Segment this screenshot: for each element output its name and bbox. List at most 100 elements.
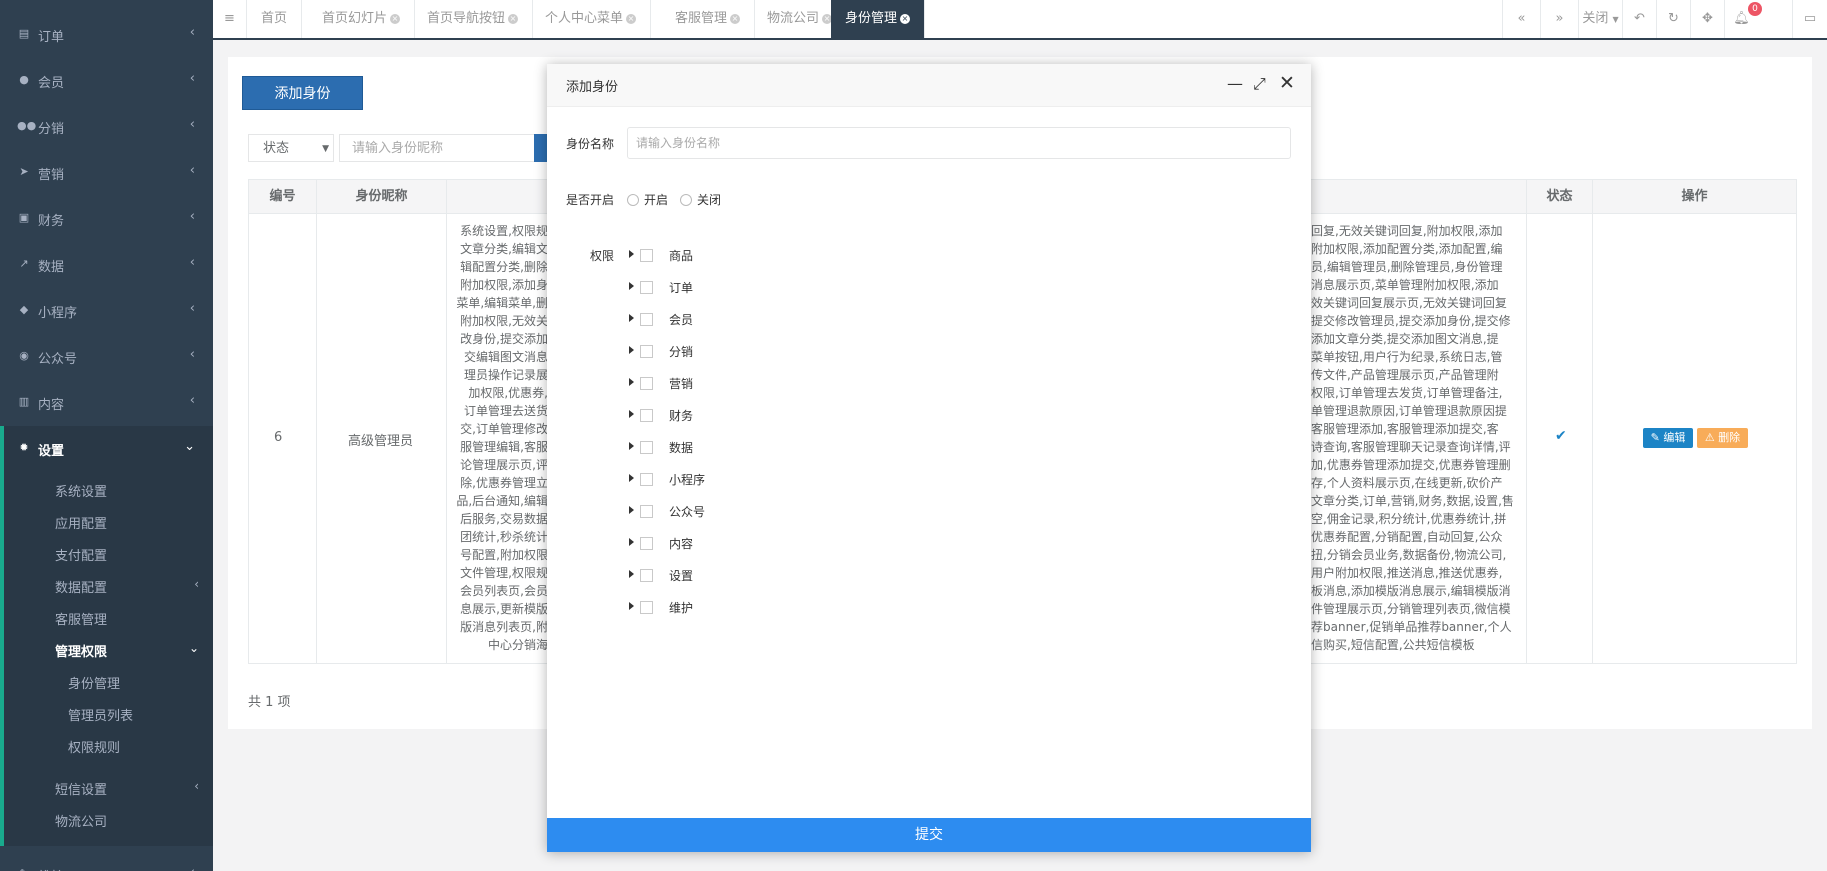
permission-line: 板消息,添加模版消息展示,编辑模版消 <box>1311 584 1511 598</box>
caret-right-icon[interactable] <box>629 506 634 514</box>
tab-identity-management[interactable]: 身份管理 × <box>831 0 926 38</box>
sidebar-sub-app-config[interactable]: 应用配置 <box>55 513 107 532</box>
perm-checkbox[interactable] <box>640 569 653 582</box>
caret-right-icon[interactable] <box>629 570 634 578</box>
sidebar-item-content[interactable]: ▥ 内容 ‹ <box>0 380 213 426</box>
caret-right-icon[interactable] <box>629 282 634 290</box>
sidebar-item-finance[interactable]: ▣ 财务 ‹ <box>0 196 213 242</box>
permission-line: 荐banner,促销单品推荐banner,个人 <box>1311 620 1512 634</box>
caret-right-icon[interactable] <box>629 602 634 610</box>
tab-customer-service[interactable]: 客服管理 × <box>661 0 756 38</box>
permission-line: 辑配置分类,删除 <box>460 260 548 274</box>
status-select[interactable]: 状态 ▼ <box>248 134 334 162</box>
sidebar-item-marketing[interactable]: ➤ 营销 ‹ <box>0 150 213 196</box>
permission-line: 文章分类,编辑文 <box>460 242 548 256</box>
sidebar-sub-payment-config[interactable]: 支付配置 <box>55 545 107 564</box>
sidebar-sub-data-config[interactable]: 数据配置 <box>55 577 107 596</box>
sidebar-item-data[interactable]: ↗ 数据 ‹ <box>0 242 213 288</box>
tab-home[interactable]: 首页 <box>247 0 303 38</box>
chevron-left-icon: ‹ <box>189 255 195 270</box>
fullscreen-button[interactable]: ✥ <box>1690 0 1724 38</box>
radio-enable[interactable] <box>627 194 639 206</box>
sidebar-sub-system-settings[interactable]: 系统设置 <box>55 481 107 500</box>
sidebar-sub-sms[interactable]: 短信设置 <box>55 779 107 798</box>
chevron-left-icon: ‹ <box>189 163 195 178</box>
gear-icon: ✹ <box>19 441 29 454</box>
submit-button[interactable]: 提交 <box>547 818 1311 852</box>
caret-right-icon[interactable] <box>629 378 634 386</box>
money-icon: ▣ <box>18 211 30 224</box>
sidebar-item-maintenance[interactable]: ✎ 维护 ‹ <box>0 852 213 871</box>
perm-checkbox[interactable] <box>640 505 653 518</box>
perm-checkbox[interactable] <box>640 601 653 614</box>
sidebar-sub-admin-list[interactable]: 管理员列表 <box>68 705 133 724</box>
permission-line: 附加权限,无效关 <box>460 314 548 328</box>
sidebar-item-settings[interactable]: ✹ 设置 ⌄ <box>0 426 213 472</box>
radio-disable[interactable] <box>680 194 692 206</box>
close-icon[interactable]: × <box>900 13 911 24</box>
permission-line: 存,个人资料展示页,在线更新,砍价产 <box>1311 476 1503 490</box>
sidebar-sub-permission-rules[interactable]: 权限规则 <box>68 737 120 756</box>
permission-line: 提交修改管理员,提交添加身份,提交修 <box>1311 314 1511 328</box>
delete-button[interactable]: ⚠ 删除 <box>1697 428 1748 448</box>
chart-line-icon: ↗ <box>19 257 29 270</box>
enable-label: 是否开启 <box>566 193 615 207</box>
perm-checkbox[interactable] <box>640 345 653 358</box>
sidebar-item-distribution[interactable]: ●● 分销 ‹ <box>0 104 213 150</box>
sidebar-item-members[interactable]: ● 会员 ‹ <box>0 58 213 104</box>
check-icon: ✔ <box>1555 428 1567 444</box>
sidebar-sub-identity[interactable]: 身份管理 <box>68 673 120 692</box>
perm-checkbox[interactable] <box>640 377 653 390</box>
perm-checkbox[interactable] <box>640 441 653 454</box>
tab-profile-menu[interactable]: 个人中心菜单 × <box>531 0 652 38</box>
scroll-right-button[interactable]: » <box>1540 0 1578 38</box>
caret-right-icon[interactable] <box>629 314 634 322</box>
permission-line: 用户附加权限,推送消息,推送优惠券, <box>1311 566 1503 580</box>
minimize-icon[interactable]: — <box>1227 74 1243 93</box>
back-button[interactable]: ↶ <box>1622 0 1656 38</box>
permission-line: 效关键词回复展示页,无效关键词回复 <box>1311 296 1507 310</box>
user-menu-button[interactable]: ▭ <box>1792 0 1827 38</box>
caret-right-icon[interactable] <box>629 474 634 482</box>
perm-checkbox[interactable] <box>640 313 653 326</box>
bell-icon: 🔔︎ <box>1733 11 1750 26</box>
perm-checkbox[interactable] <box>640 249 653 262</box>
close-tabs-dropdown[interactable]: 关闭 ▼ <box>1578 0 1622 38</box>
identity-name-input[interactable]: 请输入身份名称 <box>627 127 1291 159</box>
chevron-left-icon: ‹ <box>194 779 199 793</box>
permission-line: 系统设置,权限规 <box>460 224 548 238</box>
menu-toggle-button[interactable]: ≡ <box>213 0 247 38</box>
maximize-icon[interactable]: ⤢ <box>1253 74 1266 94</box>
refresh-button[interactable]: ↻ <box>1656 0 1690 38</box>
tab-home-slides[interactable]: 首页幻灯片 × <box>308 0 416 38</box>
permission-line: 息展示,更新模版 <box>460 602 548 616</box>
caret-right-icon[interactable] <box>629 538 634 546</box>
sidebar-sub-customer-service[interactable]: 客服管理 <box>55 609 107 628</box>
close-icon[interactable]: × <box>390 13 401 24</box>
sidebar-item-official-account[interactable]: ◉ 公众号 ‹ <box>0 334 213 380</box>
close-icon[interactable]: ✕ <box>1279 72 1295 94</box>
permission-line: 后服务,交易数据 <box>460 512 548 526</box>
cell-id: 6 <box>274 430 283 445</box>
perm-checkbox[interactable] <box>640 473 653 486</box>
perm-checkbox[interactable] <box>640 537 653 550</box>
add-identity-button[interactable]: 添加身份 <box>242 76 363 110</box>
scroll-left-button[interactable]: « <box>1502 0 1540 38</box>
sidebar-item-miniprogram[interactable]: ◆ 小程序 ‹ <box>0 288 213 334</box>
nickname-search-input[interactable]: 请输入身份昵称 <box>339 134 535 162</box>
tab-home-nav[interactable]: 首页导航按钮 × <box>413 0 534 38</box>
perm-checkbox[interactable] <box>640 409 653 422</box>
perm-checkbox[interactable] <box>640 281 653 294</box>
sidebar-sub-permissions[interactable]: 管理权限 <box>55 641 107 660</box>
close-icon[interactable]: × <box>508 13 519 24</box>
sidebar-sub-logistics[interactable]: 物流公司 <box>55 811 107 830</box>
permission-line: 加,优惠券管理添加提交,优惠券管理删 <box>1311 458 1511 472</box>
sidebar-item-orders[interactable]: ▤ 订单 ‹ <box>0 12 213 58</box>
caret-right-icon[interactable] <box>629 250 634 258</box>
close-icon[interactable]: × <box>626 13 637 24</box>
caret-right-icon[interactable] <box>629 346 634 354</box>
edit-button[interactable]: ✎ 编辑 <box>1643 428 1693 448</box>
close-icon[interactable]: × <box>730 13 741 24</box>
caret-right-icon[interactable] <box>629 442 634 450</box>
caret-right-icon[interactable] <box>629 410 634 418</box>
